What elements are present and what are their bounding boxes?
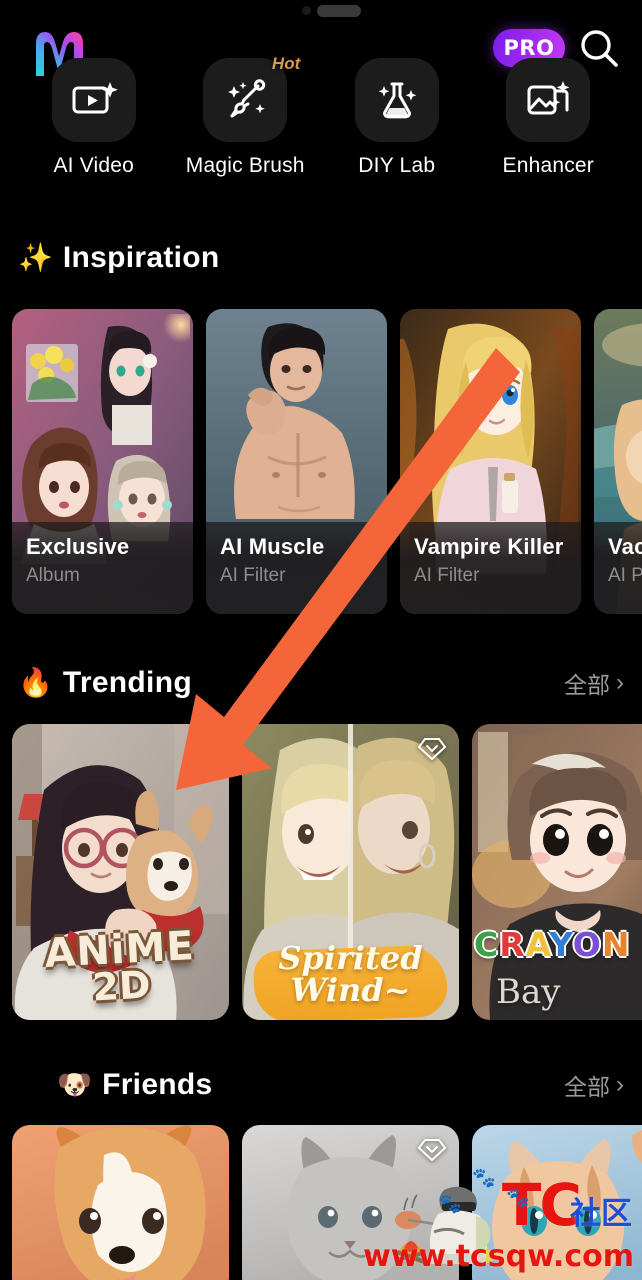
sparkles-icon: ✨ (18, 241, 53, 274)
quick-actions-row: AI Video Hot Magic Brush DIY Lab Enhance… (0, 54, 642, 188)
trending-rail[interactable]: ANiME 2D Spirited Wind~ CRAYON Bay (0, 724, 642, 1020)
card-title: Vac (608, 534, 642, 559)
card-footer: Exclusive Album (12, 522, 193, 614)
diy-lab-tile[interactable] (354, 58, 439, 142)
card-caption-secondary: Bay (496, 972, 561, 1012)
quick-action-label: Magic Brush (185, 154, 305, 177)
quick-action-label: Enhancer (502, 154, 594, 177)
card-title: Vampire Killer (414, 534, 564, 559)
ai-video-tile[interactable] (51, 58, 136, 142)
crayon-letter (630, 925, 642, 964)
inspiration-rail[interactable]: Exclusive Album AI Muscle AI Filter Vamp… (0, 309, 642, 614)
crayon-letter: Y (549, 925, 573, 964)
quick-action-label: AI Video (53, 154, 135, 177)
crayon-letter: N (601, 925, 631, 964)
site-watermark: TC 社区 www.tcsqw.com 🐾 🐾 🐾 (363, 1168, 638, 1278)
trending-card[interactable]: ANiME 2D (12, 724, 229, 1020)
flask-sparkle-icon (378, 82, 417, 119)
caption-line-1: Spirited (278, 939, 423, 977)
card-artwork (12, 1125, 229, 1280)
crayon-letter: A (525, 925, 550, 964)
section-title: Trending (62, 666, 192, 699)
gem-icon (418, 1139, 446, 1161)
watermark-brand-cn: 社区 (570, 1196, 632, 1232)
crayon-letter: O (572, 925, 602, 964)
card-footer: AI Muscle AI Filter (206, 522, 387, 614)
quick-action-enhancer[interactable]: Enhancer (479, 58, 617, 178)
crayon-letter: C (474, 925, 500, 964)
friend-card[interactable] (12, 1125, 229, 1280)
inspiration-card[interactable]: Vac AI P (594, 309, 642, 614)
friends-see-all-link[interactable]: 全部 › (564, 1068, 624, 1102)
paw-icon: 🐾 (506, 1188, 530, 1209)
watermark-url: www.tcsqw.com (363, 1239, 634, 1274)
crayon-letter: R (499, 925, 526, 964)
trending-section-header: 🔥 Trending 全部 › (0, 660, 642, 706)
card-caption: ANiME 2D (12, 923, 229, 1010)
quick-action-ai-video[interactable]: AI Video (25, 58, 163, 178)
card-title: AI Muscle (220, 534, 325, 559)
inspiration-section-header: ✨ Inspiration (0, 235, 642, 281)
dog-face-icon: 🐶 (57, 1068, 93, 1101)
inspiration-card[interactable]: Exclusive Album (12, 309, 193, 614)
camera-dot (302, 6, 311, 15)
camera-pill (317, 5, 361, 17)
inspiration-card[interactable]: AI Muscle AI Filter (206, 309, 387, 614)
card-subtitle: AI Filter (414, 565, 480, 586)
card-subtitle: AI P (608, 565, 642, 586)
inspiration-card[interactable]: Vampire Killer AI Filter (400, 309, 581, 614)
pro-label: PRO (503, 36, 555, 60)
see-all-label: 全部 (564, 1074, 610, 1100)
card-footer: Vac AI P (594, 522, 642, 614)
card-caption-crayon: CRAYON B (474, 925, 642, 964)
section-title: Friends (102, 1068, 213, 1101)
trending-see-all-link[interactable]: 全部 › (564, 666, 624, 700)
trending-card[interactable]: Spirited Wind~ (242, 724, 459, 1020)
chevron-right-icon: › (616, 669, 624, 696)
quick-action-magic-brush[interactable]: Hot Magic Brush (176, 54, 314, 178)
card-subtitle: Album (26, 565, 80, 586)
quick-action-label: DIY Lab (358, 154, 436, 177)
gem-icon (418, 738, 446, 760)
magic-brush-icon (228, 79, 266, 118)
fire-icon: 🔥 (18, 666, 53, 699)
image-sparkle-icon (527, 81, 570, 115)
friends-section-header: 🐱 🐶 Friends 全部 › (0, 1062, 642, 1108)
trending-card[interactable]: CRAYON B Bay (472, 724, 642, 1020)
status-bar (0, 0, 642, 22)
paw-icon: 🐾 (438, 1194, 462, 1215)
app-screen: PRO AI Video Hot Magic Brush DIY Lab Enh… (0, 0, 642, 1280)
video-sparkle-icon (72, 82, 118, 114)
section-title: Inspiration (62, 241, 220, 274)
chevron-right-icon: › (616, 1071, 624, 1098)
hot-badge: Hot (271, 54, 301, 73)
card-footer: Vampire Killer AI Filter (400, 522, 581, 614)
enhancer-tile[interactable] (506, 58, 591, 142)
paw-icon: 🐾 (472, 1168, 496, 1189)
card-subtitle: AI Filter (220, 565, 286, 586)
card-title: Exclusive (26, 534, 130, 559)
caption-line-2: Wind~ (290, 971, 411, 1009)
cat-face-icon: 🐱 (18, 1068, 48, 1101)
card-caption: Spirited Wind~ (242, 939, 459, 1020)
quick-action-diy-lab[interactable]: DIY Lab (328, 58, 466, 178)
see-all-label: 全部 (564, 672, 610, 698)
